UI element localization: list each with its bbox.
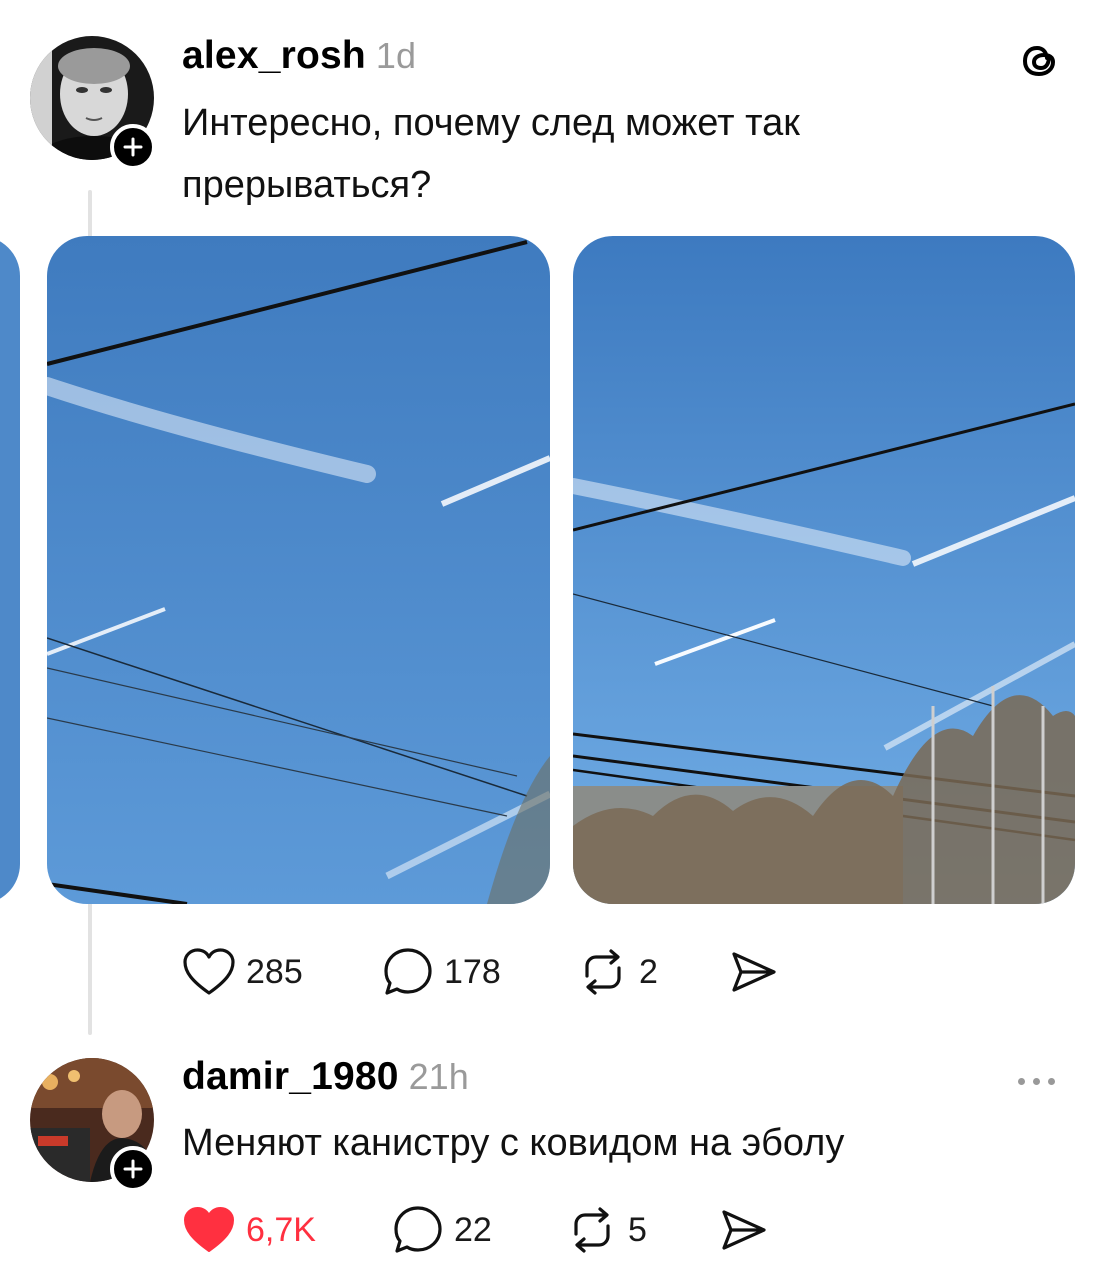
more-options-button[interactable] bbox=[1018, 1075, 1055, 1087]
post-username[interactable]: alex_rosh bbox=[182, 34, 366, 78]
reply-comment-count: 22 bbox=[454, 1210, 492, 1249]
post-like-count: 285 bbox=[246, 952, 303, 991]
send-icon bbox=[732, 952, 776, 992]
post-repost-count: 2 bbox=[639, 952, 658, 991]
repost-icon bbox=[585, 949, 621, 995]
repost-icon bbox=[574, 1207, 610, 1253]
post-header: alex_rosh 1d bbox=[182, 34, 416, 84]
post-text-line-1: Интересно, почему след может так bbox=[182, 102, 800, 144]
heart-icon bbox=[184, 1207, 234, 1252]
post-like-button[interactable]: 285 bbox=[182, 942, 303, 1002]
reply-comment-button[interactable]: 22 bbox=[392, 1200, 492, 1260]
post-comment-button[interactable]: 178 bbox=[382, 942, 501, 1002]
comment-bubble-icon bbox=[384, 948, 432, 995]
post-repost-button[interactable]: 2 bbox=[577, 942, 658, 1002]
reply-header: damir_1980 21h bbox=[182, 1055, 469, 1105]
more-dots-icon bbox=[1018, 1077, 1025, 1085]
carousel-image-previous[interactable] bbox=[0, 236, 20, 904]
reply-username[interactable]: damir_1980 bbox=[182, 1055, 399, 1099]
threads-logo-icon[interactable] bbox=[1016, 36, 1064, 89]
carousel-image-1[interactable] bbox=[47, 236, 550, 904]
reply-share-button[interactable] bbox=[718, 1200, 770, 1260]
post-timestamp: 1d bbox=[375, 35, 416, 76]
reply-like-count: 6,7K bbox=[246, 1210, 316, 1249]
more-dots-icon bbox=[1048, 1077, 1055, 1085]
carousel-image-2[interactable] bbox=[573, 236, 1075, 904]
plus-icon bbox=[123, 1159, 143, 1179]
comment-bubble-icon bbox=[394, 1206, 442, 1253]
reply-timestamp: 21h bbox=[408, 1056, 469, 1097]
more-dots-icon bbox=[1033, 1077, 1040, 1085]
reply-like-button[interactable]: 6,7K bbox=[182, 1200, 316, 1260]
send-icon bbox=[722, 1210, 766, 1250]
reply-body: Меняют канистру с ковидом на эболу bbox=[182, 1122, 845, 1164]
post-comment-count: 178 bbox=[444, 952, 501, 991]
reply-repost-button[interactable]: 5 bbox=[566, 1200, 647, 1260]
post-text-line-2: прерываться? bbox=[182, 164, 432, 206]
follow-reply-author-button[interactable] bbox=[110, 1146, 156, 1192]
post-body: Интересно, почему след может так прерыва… bbox=[182, 92, 1042, 216]
reply-repost-count: 5 bbox=[628, 1210, 647, 1249]
heart-icon bbox=[183, 948, 235, 995]
follow-author-button[interactable] bbox=[110, 124, 156, 170]
post-share-button[interactable] bbox=[728, 942, 780, 1002]
plus-icon bbox=[123, 137, 143, 157]
